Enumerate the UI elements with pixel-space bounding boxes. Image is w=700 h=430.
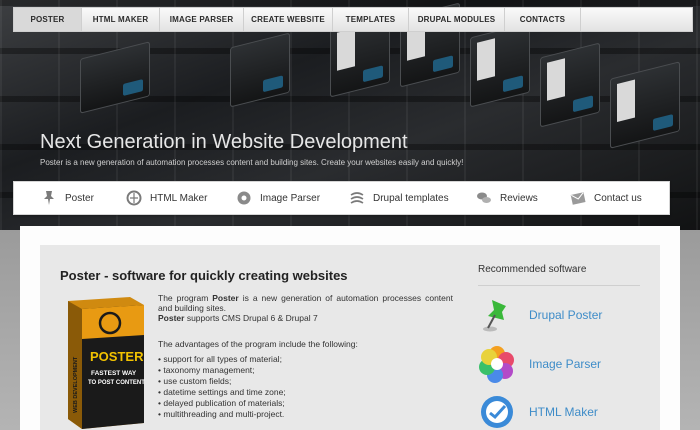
advantages-list: support for all types of material; taxon… bbox=[158, 354, 286, 420]
advantages-heading: The advantages of the program include th… bbox=[158, 339, 358, 349]
feature-html-maker[interactable]: HTML Maker bbox=[126, 190, 207, 206]
server-drive-graphic bbox=[540, 42, 600, 128]
feature-image-parser[interactable]: Image Parser bbox=[236, 190, 320, 206]
pushpin-icon bbox=[41, 190, 57, 206]
intro-text: The program Poster is a new generation o… bbox=[158, 293, 453, 323]
nav-tab-contacts[interactable]: CONTACTS bbox=[505, 8, 581, 31]
feature-contact-us[interactable]: Contact us bbox=[570, 190, 642, 206]
recommended-title: Recommended software bbox=[478, 264, 587, 275]
feature-poster[interactable]: Poster bbox=[41, 190, 94, 206]
box-title: POSTER bbox=[90, 349, 144, 364]
recommended-label: Image Parser bbox=[529, 357, 602, 371]
server-drive-graphic bbox=[230, 32, 290, 108]
box-tagline-1: FASTEST WAY bbox=[91, 370, 137, 377]
feature-label: Image Parser bbox=[260, 192, 321, 204]
divider bbox=[478, 285, 640, 286]
nav-tab-templates[interactable]: TEMPLATES bbox=[333, 8, 409, 31]
feature-drupal-templates[interactable]: Drupal templates bbox=[349, 190, 449, 206]
list-item: multithreading and multi-project. bbox=[158, 409, 286, 420]
feature-label: HTML Maker bbox=[150, 192, 208, 204]
drupal-icon bbox=[349, 190, 365, 206]
feature-reviews[interactable]: Reviews bbox=[476, 190, 538, 206]
html-icon bbox=[126, 190, 142, 206]
list-item: datetime settings and time zone; bbox=[158, 387, 285, 398]
box-side-text: WEB DEVELOPMENT bbox=[73, 356, 79, 413]
recommended-label: HTML Maker bbox=[529, 405, 598, 419]
feature-label: Reviews bbox=[500, 192, 538, 204]
image-icon bbox=[236, 190, 252, 206]
content-title: Poster - software for quickly creating w… bbox=[60, 268, 348, 283]
nav-tab-html-maker[interactable]: HTML MAKER bbox=[82, 8, 160, 31]
nav-tab-poster[interactable]: POSTER bbox=[14, 8, 82, 31]
list-item: use custom fields; bbox=[158, 376, 286, 387]
feature-label: Drupal templates bbox=[373, 192, 449, 204]
nav-tab-create-website[interactable]: CREATE WEBSITE bbox=[244, 8, 333, 31]
box-tagline-2: TO POST CONTENT bbox=[88, 380, 145, 386]
recommended-image-parser[interactable]: Image Parser bbox=[478, 345, 601, 383]
html-globe-icon bbox=[478, 393, 516, 430]
nav-tab-drupal-modules[interactable]: DRUPAL MODULES bbox=[409, 8, 505, 31]
recommended-drupal-poster[interactable]: Drupal Poster bbox=[478, 296, 602, 334]
hero-subtitle: Poster is a new generation of automation… bbox=[40, 158, 464, 167]
server-drive-graphic bbox=[470, 22, 530, 108]
envelope-icon bbox=[570, 190, 586, 206]
hero-title: Next Generation in Website Development bbox=[40, 131, 408, 153]
recommended-label: Drupal Poster bbox=[529, 308, 603, 322]
server-drive-graphic bbox=[80, 41, 150, 114]
recommended-html-maker[interactable]: HTML Maker bbox=[478, 393, 598, 430]
feature-bar: Poster HTML Maker Image Parser Drupal te… bbox=[13, 181, 670, 215]
list-item: support for all types of material; bbox=[158, 354, 286, 365]
list-item: delayed publication of materials; bbox=[158, 398, 286, 409]
list-item: taxonomy management; bbox=[158, 365, 286, 376]
server-drive-graphic bbox=[610, 61, 680, 149]
color-wheel-icon bbox=[478, 345, 516, 383]
poster-box-image: POSTER FASTEST WAY TO POST CONTENT WEB D… bbox=[60, 295, 150, 430]
feature-label: Poster bbox=[65, 192, 94, 204]
nav-tab-image-parser[interactable]: IMAGE PARSER bbox=[160, 8, 244, 31]
feature-label: Contact us bbox=[594, 192, 642, 204]
top-navigation: POSTER HTML MAKER IMAGE PARSER CREATE WE… bbox=[13, 7, 693, 32]
speech-bubbles-icon bbox=[476, 190, 492, 206]
green-pushpin-icon bbox=[478, 296, 516, 334]
